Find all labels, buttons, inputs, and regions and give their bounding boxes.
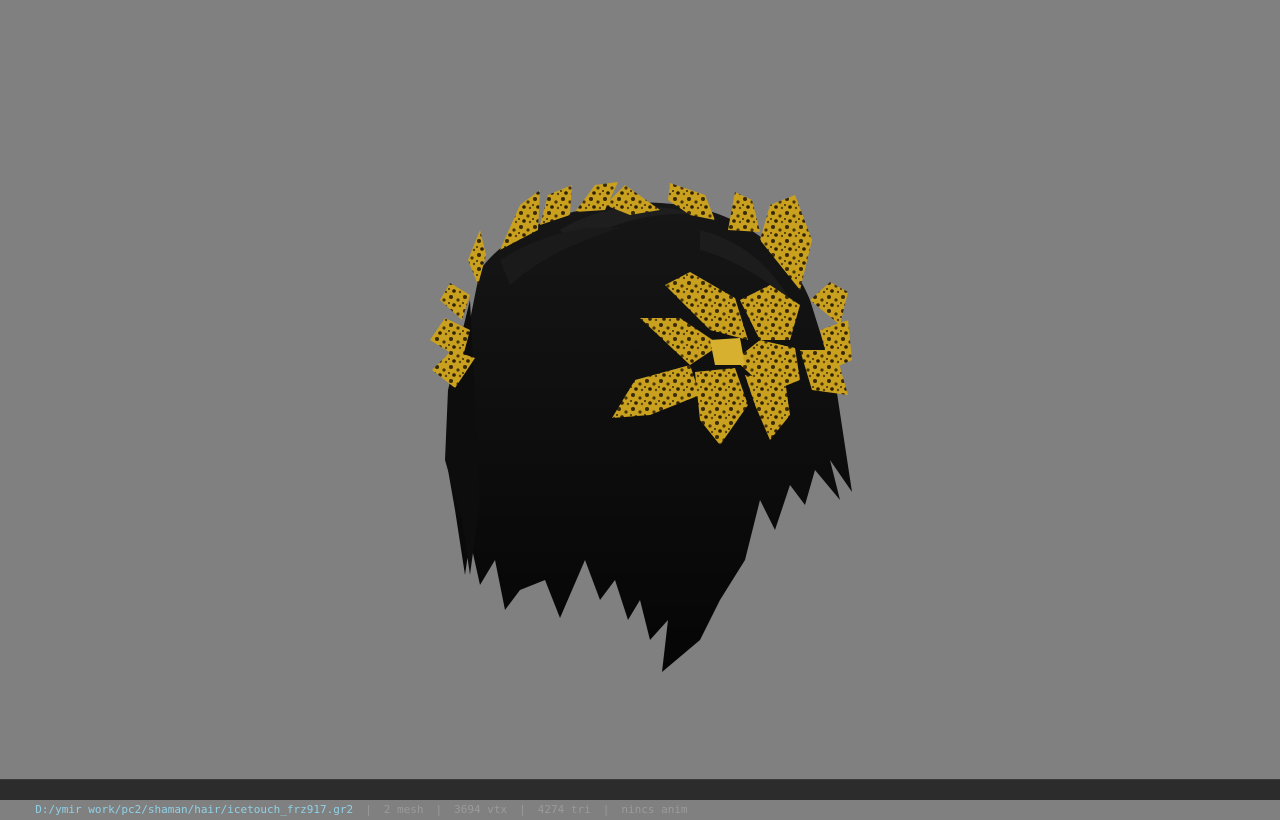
3d-viewport[interactable] — [0, 0, 1280, 779]
separator: | — [435, 803, 443, 816]
triangle-count-label: 4274 tri — [537, 803, 591, 816]
vertex-count-label: 3694 vtx — [454, 803, 508, 816]
separator: | — [365, 803, 372, 816]
animation-status-label: nincs anim — [621, 803, 688, 816]
mesh-count-label: 2 mesh — [383, 803, 424, 816]
separator: | — [602, 803, 610, 816]
separator: | — [519, 803, 526, 816]
hair-model-render[interactable] — [0, 0, 1280, 779]
status-bar: D:/ymir work/pc2/shaman/hair/icetouch_fr… — [0, 779, 1280, 816]
file-path-label: D:/ymir work/pc2/shaman/hair/icetouch_fr… — [35, 803, 354, 816]
